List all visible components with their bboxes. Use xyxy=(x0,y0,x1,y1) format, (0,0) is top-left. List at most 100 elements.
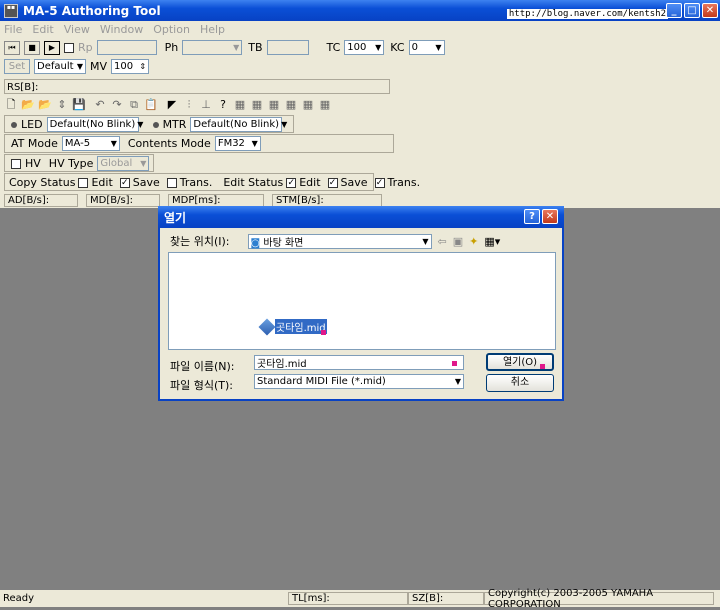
ad-field: AD[B/s]: xyxy=(4,194,78,207)
status-panel: Copy Status Edit ✓ Save Trans. Edit Stat… xyxy=(4,173,420,191)
mtr-dropdown[interactable]: Default(No Blink) ▼ xyxy=(190,117,287,132)
dialog-title-bar: 열기 ? ✕ xyxy=(158,206,564,228)
dialog-close-button[interactable]: ✕ xyxy=(542,209,558,224)
tool-icon-4[interactable]: ▦ xyxy=(284,98,298,112)
menu-help[interactable]: Help xyxy=(200,23,225,36)
dialog-title: 열기 xyxy=(164,210,187,225)
tool-icon-5[interactable]: ▦ xyxy=(301,98,315,112)
open-file-dialog: 열기 ? ✕ 찾는 위치(I): ◙ 바탕 화면 ▼ ⇦ ▣ ✦ ▦▾ 곳타임.… xyxy=(158,206,564,401)
set-button[interactable]: Set xyxy=(4,59,30,74)
rs-label: RS[B]: xyxy=(7,82,39,93)
at-mode-label: AT Mode xyxy=(11,137,58,150)
sort-icon[interactable]: ⇕ xyxy=(55,98,69,112)
status-bar: Ready TL[ms]: SZ[B]: Copyright(c) 2003-2… xyxy=(0,588,720,610)
mtr-label: MTR xyxy=(162,118,187,131)
mv-label: MV xyxy=(90,60,108,73)
hv-checkbox[interactable] xyxy=(11,158,21,169)
rp-field xyxy=(96,40,157,55)
tb-label: TB xyxy=(248,41,263,54)
md-field: MD[B/s]: xyxy=(86,194,160,207)
pointer-icon[interactable]: ◤ xyxy=(165,98,179,112)
menu-view[interactable]: View xyxy=(64,23,90,36)
new-file-icon[interactable]: 🗋 xyxy=(4,98,18,112)
kc-label: KC xyxy=(390,41,405,54)
led-dropdown[interactable]: Default(No Blink) ▼ xyxy=(46,117,143,132)
rs-panel: RS[B]: xyxy=(4,79,390,94)
look-in-dropdown[interactable]: ◙ 바탕 화면 ▼ xyxy=(247,233,432,249)
led-mtr-panel: LED Default(No Blink) ▼ MTR Default(No Bl… xyxy=(4,115,294,133)
copy-trans-checkbox[interactable] xyxy=(166,177,177,188)
filetype-dropdown[interactable]: Standard MIDI File (*.mid) ▼ xyxy=(254,374,464,389)
tool-icon-1[interactable]: ▦ xyxy=(233,98,247,112)
list-item[interactable]: 곳타임.mid xyxy=(258,318,327,335)
maximize-button[interactable]: □ xyxy=(684,3,700,18)
weight-icon[interactable]: ⊥ xyxy=(199,98,213,112)
play-icon[interactable]: ▶ xyxy=(44,40,60,55)
menu-window[interactable]: Window xyxy=(100,23,143,36)
status-sz: SZ[B]: xyxy=(408,592,484,605)
ph-label: Ph xyxy=(164,41,179,54)
stop-icon[interactable]: ■ xyxy=(24,40,40,55)
redo-icon[interactable]: ↷ xyxy=(110,98,124,112)
title-overlay-text: http://blog.naver.com/kentsh2 xyxy=(506,9,668,19)
file-item-label: 곳타임.mid xyxy=(275,319,327,334)
hv-label: HV xyxy=(25,157,41,170)
rewind-icon[interactable]: ⏮ xyxy=(4,40,20,55)
back-icon[interactable]: ⇦ xyxy=(438,235,447,248)
filetype-label: 파일 형식(T): xyxy=(170,379,233,392)
file-list[interactable]: 곳타임.mid xyxy=(168,252,556,350)
edit-save-checkbox[interactable]: ✓ xyxy=(327,177,338,188)
rp-checkbox[interactable] xyxy=(64,42,74,53)
mixer-icon[interactable]: ⫶ xyxy=(182,98,196,112)
menu-edit[interactable]: Edit xyxy=(32,23,53,36)
app-title-bar: ▪▪ MA-5 Authoring Tool http://blog.naver… xyxy=(0,0,720,21)
up-folder-icon[interactable]: ▣ xyxy=(453,235,463,248)
copy-icon[interactable]: ⧉ xyxy=(127,98,141,112)
marker-icon-3 xyxy=(540,364,545,369)
filename-input[interactable]: 곳타임.mid xyxy=(254,355,464,370)
tool-icon-6[interactable]: ▦ xyxy=(318,98,332,112)
undo-icon[interactable]: ↶ xyxy=(93,98,107,112)
new-folder-icon[interactable]: ✦ xyxy=(469,235,478,248)
at-mode-dropdown[interactable]: MA-5 ▼ xyxy=(61,136,120,151)
preset-dropdown[interactable]: Default ▼ xyxy=(34,59,86,74)
mtr-indicator-icon xyxy=(152,121,159,128)
marker-icon xyxy=(321,330,326,335)
open-folder-icon[interactable]: 📂 xyxy=(21,98,35,112)
import-icon[interactable]: 📂 xyxy=(38,98,52,112)
edit-trans-checkbox[interactable]: ✓ xyxy=(374,177,385,188)
close-button[interactable]: ✕ xyxy=(702,3,718,18)
kc-dropdown[interactable]: 0 ▼ xyxy=(408,40,445,55)
ph-dropdown[interactable]: ▼ xyxy=(182,40,243,55)
dialog-help-button[interactable]: ? xyxy=(524,209,540,224)
edit-edit-checkbox[interactable]: ✓ xyxy=(286,177,297,188)
desktop-icon: ◙ xyxy=(250,237,261,249)
copy-edit-checkbox[interactable] xyxy=(78,177,89,188)
look-in-label: 찾는 위치(I): xyxy=(170,235,230,248)
save-icon[interactable]: 💾 xyxy=(72,98,86,112)
menu-file[interactable]: File xyxy=(4,23,22,36)
marker-icon-2 xyxy=(452,361,457,366)
minimize-button[interactable]: _ xyxy=(666,3,682,18)
tc-dropdown[interactable]: 100 ▼ xyxy=(344,40,385,55)
menu-bar: File Edit View Window Option Help xyxy=(0,21,720,37)
paste-icon[interactable]: 📋 xyxy=(144,98,158,112)
filename-label: 파일 이름(N): xyxy=(170,360,235,373)
copy-save-label: Save xyxy=(132,176,160,189)
help-icon[interactable]: ? xyxy=(216,98,230,112)
mv-stepper[interactable]: 100 ⇕ xyxy=(111,59,150,74)
cancel-button[interactable]: 취소 xyxy=(486,374,554,392)
menu-option[interactable]: Option xyxy=(153,23,190,36)
contents-mode-dropdown[interactable]: FM32 ▼ xyxy=(214,136,261,151)
hv-panel: HV HV Type Global ▼ xyxy=(4,154,154,172)
tool-icon-3[interactable]: ▦ xyxy=(267,98,281,112)
transport-toolbar: ⏮ ■ ▶ Rp Ph ▼ TB TC 100 ▼ KC 0 ▼ xyxy=(4,40,445,55)
rp-label: Rp xyxy=(78,41,93,54)
edit-status-label: Edit Status xyxy=(223,176,284,189)
app-icon: ▪▪ xyxy=(4,3,18,18)
tool-icon-2[interactable]: ▦ xyxy=(250,98,264,112)
view-menu-icon[interactable]: ▦▾ xyxy=(484,235,500,248)
copy-save-checkbox[interactable]: ✓ xyxy=(119,177,130,188)
hv-type-dropdown[interactable]: Global ▼ xyxy=(97,156,150,171)
contents-mode-label: Contents Mode xyxy=(127,137,211,150)
